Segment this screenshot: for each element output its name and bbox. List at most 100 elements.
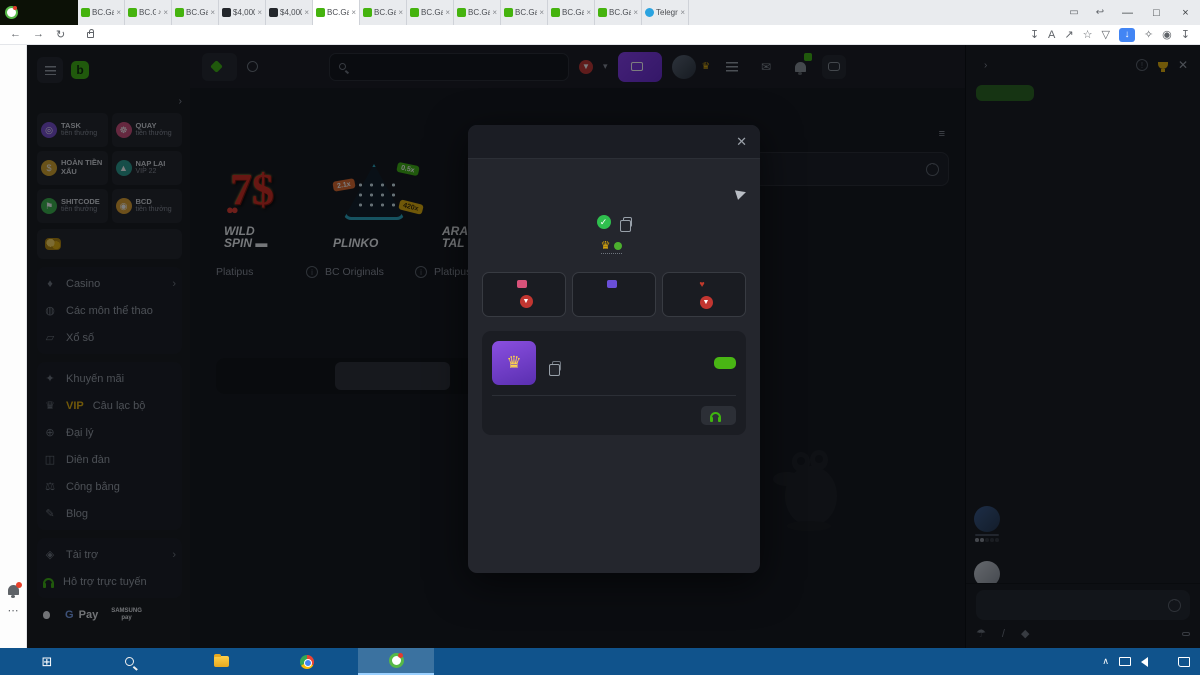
- strip-icon[interactable]: [5, 429, 22, 446]
- browser-tab[interactable]: BC.Game ×: [313, 0, 360, 25]
- tab-close-icon[interactable]: ×: [445, 8, 450, 17]
- browser-tab[interactable]: BC.Game ×: [454, 0, 501, 25]
- strip-icon[interactable]: [5, 279, 22, 296]
- wallet-button[interactable]: [618, 52, 662, 82]
- sidebar-menu-item[interactable]: ▱ Xổ số: [43, 324, 176, 351]
- browser-tab[interactable]: BC.Game ×: [595, 0, 642, 25]
- lock-icon[interactable]: [87, 32, 94, 38]
- chat-rules-icon[interactable]: !: [1136, 59, 1148, 71]
- comment-input-box[interactable]: [753, 152, 949, 186]
- downloads-button[interactable]: ↓: [1119, 28, 1135, 42]
- volume-icon[interactable]: [1141, 657, 1148, 667]
- game-art[interactable]: 7$ ●● WILD SPIN ▬: [216, 150, 318, 258]
- avatar[interactable]: [672, 55, 696, 79]
- strip-icon[interactable]: [5, 304, 22, 321]
- vip-tile[interactable]: ◎ TASKtiền thưởng: [37, 113, 108, 147]
- strip-icon[interactable]: [5, 254, 22, 271]
- browser-tab[interactable]: $4,000 T ×: [266, 0, 313, 25]
- back-button[interactable]: ←: [10, 28, 21, 41]
- tab-close-icon[interactable]: ×: [351, 8, 356, 17]
- bets-tab[interactable]: [335, 362, 450, 390]
- sidebar-menu-item[interactable]: ♛ VIP Câu lạc bộ: [43, 392, 176, 419]
- strip-icon[interactable]: [5, 129, 22, 146]
- bcgame-logo-icon[interactable]: b: [71, 61, 89, 79]
- vip-tile[interactable]: $ HOÀN TIỀN XẤU: [37, 151, 108, 185]
- strip-icon[interactable]: [5, 204, 22, 221]
- messages-icon[interactable]: ✉: [754, 55, 778, 79]
- copy-icon[interactable]: [552, 361, 561, 371]
- new-tab-button[interactable]: [689, 0, 711, 25]
- modal-close-icon[interactable]: ✕: [736, 134, 747, 150]
- chat-close-icon[interactable]: ✕: [1178, 58, 1188, 72]
- chevron-right-icon[interactable]: ›: [984, 60, 987, 71]
- translate-icon[interactable]: A: [1048, 29, 1055, 41]
- tab-close-icon[interactable]: ×: [163, 8, 168, 17]
- bookmark-star-icon[interactable]: ☆: [1083, 28, 1093, 41]
- game-thumbnail[interactable]: ♛: [492, 341, 536, 385]
- reload-button[interactable]: ↻: [56, 28, 65, 41]
- game-search[interactable]: [329, 53, 569, 81]
- taskbar-search-icon[interactable]: [112, 648, 146, 675]
- user-profile[interactable]: ♛: [672, 55, 711, 79]
- strip-icon[interactable]: [5, 329, 22, 346]
- share-icon[interactable]: ↗: [1064, 28, 1073, 41]
- window-maximize-button[interactable]: □: [1142, 0, 1171, 25]
- strip-icon[interactable]: [5, 404, 22, 421]
- side-user-v14[interactable]: [974, 506, 1000, 542]
- strip-icon[interactable]: [5, 79, 22, 96]
- save-page-icon[interactable]: ↧: [1030, 28, 1039, 41]
- game-art[interactable]: 2.1x 0.5x 420x PLINKO: [325, 150, 427, 258]
- notifications-icon[interactable]: [788, 55, 812, 79]
- chrome-icon[interactable]: [290, 648, 324, 675]
- tab-close-icon[interactable]: ×: [586, 8, 591, 17]
- strip-icon[interactable]: [5, 154, 22, 171]
- strip-icon[interactable]: [5, 379, 22, 396]
- strip-icon[interactable]: [5, 104, 22, 121]
- sidebar-menu-item[interactable]: ⚖ Công bằng: [43, 473, 176, 500]
- browser-tab[interactable]: $4,000 T ×: [219, 0, 266, 25]
- more-menu-icon[interactable]: ⋯: [8, 604, 20, 617]
- tray-expand-icon[interactable]: ∧: [1102, 656, 1109, 667]
- nav-casino-button[interactable]: [202, 53, 237, 81]
- sidebar-menu-item[interactable]: ◍ Các môn thể thao: [43, 297, 176, 324]
- chat-input[interactable]: [985, 599, 1168, 611]
- info-icon[interactable]: i: [415, 266, 427, 278]
- download-tray-icon[interactable]: ↧: [1181, 28, 1190, 41]
- tab-close-icon[interactable]: ×: [492, 8, 497, 17]
- tab-close-icon[interactable]: ×: [210, 8, 215, 17]
- browser-tab[interactable]: BC.G ♪ ×: [125, 0, 172, 25]
- sidebar-menu-item[interactable]: ✎ Blog: [43, 500, 176, 527]
- browser-tab[interactable]: BC.Game ×: [360, 0, 407, 25]
- start-button[interactable]: ⊞: [30, 648, 64, 675]
- browser-tab[interactable]: BC.Game ×: [407, 0, 454, 25]
- gif-button[interactable]: [1182, 632, 1190, 636]
- live-support-button[interactable]: [701, 406, 736, 425]
- emoji-icon[interactable]: [926, 163, 939, 176]
- file-explorer-icon[interactable]: [204, 648, 238, 675]
- tab-close-icon[interactable]: ×: [304, 8, 309, 17]
- bet-author[interactable]: ♛: [601, 239, 623, 254]
- vip-tile[interactable]: ◉ BCDtiền thưởng: [112, 189, 183, 223]
- share-bet-icon[interactable]: ▶: [734, 184, 748, 202]
- slash-commands-icon[interactable]: /: [1002, 628, 1005, 640]
- tab-close-icon[interactable]: ×: [539, 8, 544, 17]
- tab-close-icon[interactable]: ×: [398, 8, 403, 17]
- tab-close-icon[interactable]: ×: [680, 8, 685, 17]
- emoji-icon[interactable]: [1168, 599, 1181, 612]
- copy-icon[interactable]: [623, 217, 632, 227]
- game-card[interactable]: 7$ ●● WILD SPIN ▬ Platipus i: [216, 150, 318, 278]
- nav-sports-button[interactable]: [247, 61, 319, 72]
- currency-selector[interactable]: ▼ ▾: [579, 60, 608, 74]
- strip-icon[interactable]: [5, 354, 22, 371]
- rain-icon[interactable]: ☂: [976, 627, 986, 640]
- forward-button[interactable]: →: [33, 28, 44, 41]
- tab-close-icon[interactable]: ×: [257, 8, 262, 17]
- vip-tile[interactable]: ⚑ SHITCODEtiền thưởng: [37, 189, 108, 223]
- window-close-button[interactable]: ×: [1171, 0, 1200, 25]
- hamburger-menu-button[interactable]: [37, 57, 63, 83]
- sidebar-menu-item[interactable]: ◫ Diễn đàn: [43, 446, 176, 473]
- coccoc-taskbar-icon[interactable]: [358, 648, 434, 675]
- tab-overview-icon[interactable]: ▭: [1061, 7, 1087, 18]
- window-minimize-button[interactable]: —: [1113, 0, 1142, 25]
- browser-tab[interactable]: BC.Game ×: [548, 0, 595, 25]
